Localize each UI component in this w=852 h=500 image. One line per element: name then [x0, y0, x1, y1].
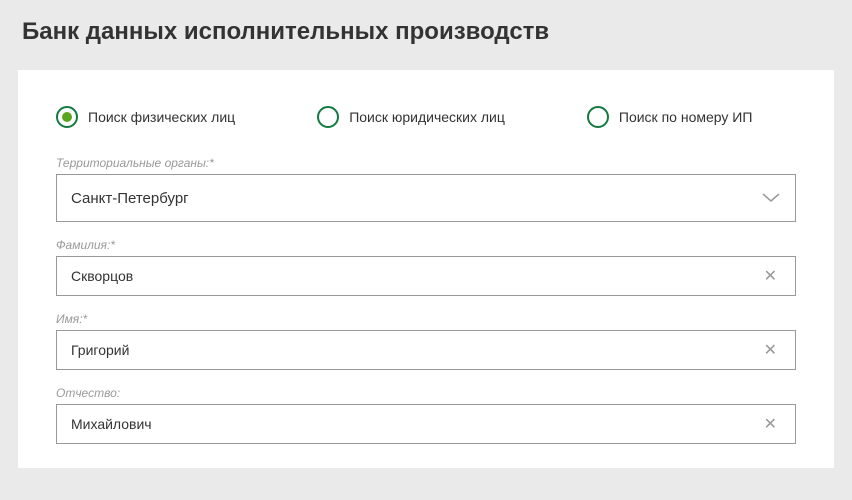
clear-icon[interactable]: ✕	[760, 340, 781, 360]
radio-case-number[interactable]: Поиск по номеру ИП	[587, 106, 753, 128]
radio-label: Поиск физических лиц	[88, 109, 235, 125]
page-header: Банк данных исполнительных производств	[0, 0, 852, 70]
radio-label: Поиск по номеру ИП	[619, 109, 753, 125]
page-title: Банк данных исполнительных производств	[22, 18, 830, 46]
patronymic-label: Отчество:	[56, 386, 796, 400]
radio-label: Поиск юридических лиц	[349, 109, 505, 125]
radio-icon	[587, 106, 609, 128]
search-type-radiogroup: Поиск физических лиц Поиск юридических л…	[56, 106, 796, 128]
surname-field-group: Фамилия:* Скворцов ✕	[56, 238, 796, 296]
search-form-card: Поиск физических лиц Поиск юридических л…	[18, 70, 834, 468]
name-label: Имя:*	[56, 312, 796, 326]
territory-value: Санкт-Петербург	[71, 190, 189, 207]
patronymic-field-group: Отчество: Михайлович ✕	[56, 386, 796, 444]
patronymic-input[interactable]: Михайлович ✕	[56, 404, 796, 444]
surname-label: Фамилия:*	[56, 238, 796, 252]
patronymic-value: Михайлович	[71, 416, 152, 432]
radio-legal-entities[interactable]: Поиск юридических лиц	[317, 106, 505, 128]
surname-value: Скворцов	[71, 268, 133, 284]
territory-select[interactable]: Санкт-Петербург	[56, 174, 796, 222]
territory-field-group: Территориальные органы:* Санкт-Петербург	[56, 156, 796, 222]
radio-individuals[interactable]: Поиск физических лиц	[56, 106, 235, 128]
radio-icon	[317, 106, 339, 128]
clear-icon[interactable]: ✕	[760, 414, 781, 434]
name-input[interactable]: Григорий ✕	[56, 330, 796, 370]
surname-input[interactable]: Скворцов ✕	[56, 256, 796, 296]
name-field-group: Имя:* Григорий ✕	[56, 312, 796, 370]
clear-icon[interactable]: ✕	[760, 266, 781, 286]
territory-label: Территориальные органы:*	[56, 156, 796, 170]
chevron-down-icon	[761, 187, 781, 210]
radio-icon	[56, 106, 78, 128]
name-value: Григорий	[71, 342, 129, 358]
